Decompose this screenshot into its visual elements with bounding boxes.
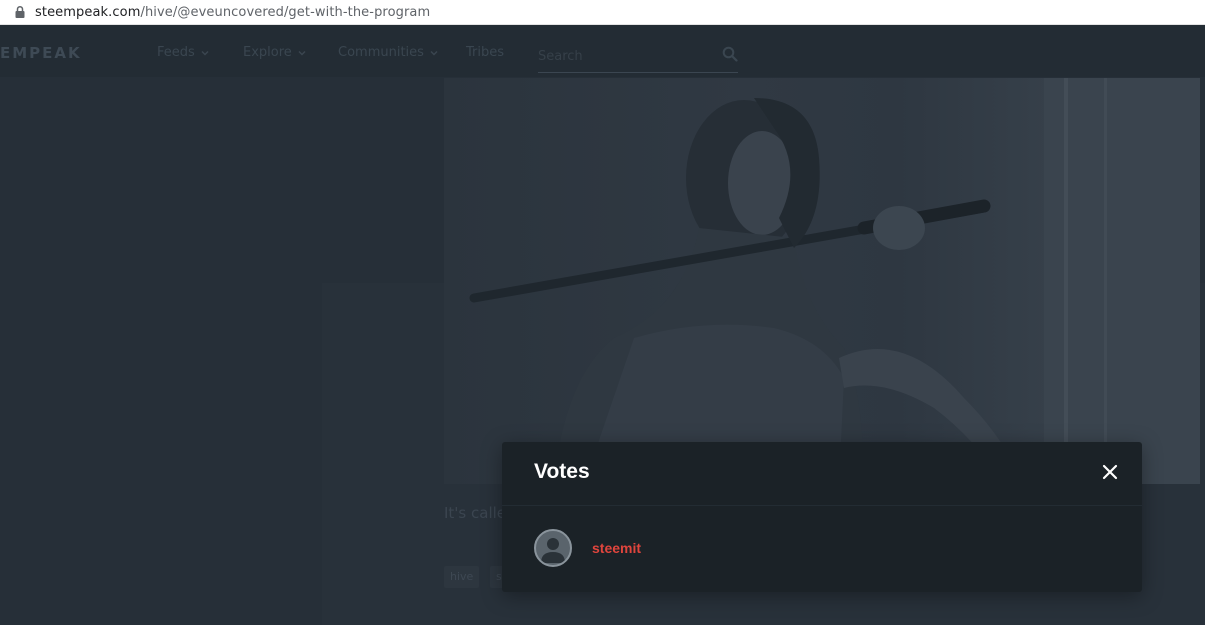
url-text: steempeak.com/hive/@eveuncovered/get-wit… xyxy=(35,5,430,20)
address-bar[interactable]: steempeak.com/hive/@eveuncovered/get-wit… xyxy=(0,0,1205,25)
user-icon xyxy=(541,538,565,563)
modal-header: Votes xyxy=(502,442,1142,506)
url-domain: steempeak.com xyxy=(35,4,141,20)
modal-title: Votes xyxy=(534,460,590,483)
voter-name[interactable]: steemit xyxy=(592,540,641,556)
voter-row: steemit xyxy=(534,529,641,567)
lock-icon xyxy=(15,5,25,18)
page: EMPEAK Feeds Explore Communities Tribes xyxy=(0,25,1205,625)
votes-modal: Votes steemit xyxy=(502,442,1142,592)
close-icon[interactable] xyxy=(1102,464,1118,480)
url-path: /hive/@eveuncovered/get-with-the-program xyxy=(140,4,431,20)
avatar[interactable] xyxy=(534,529,572,567)
